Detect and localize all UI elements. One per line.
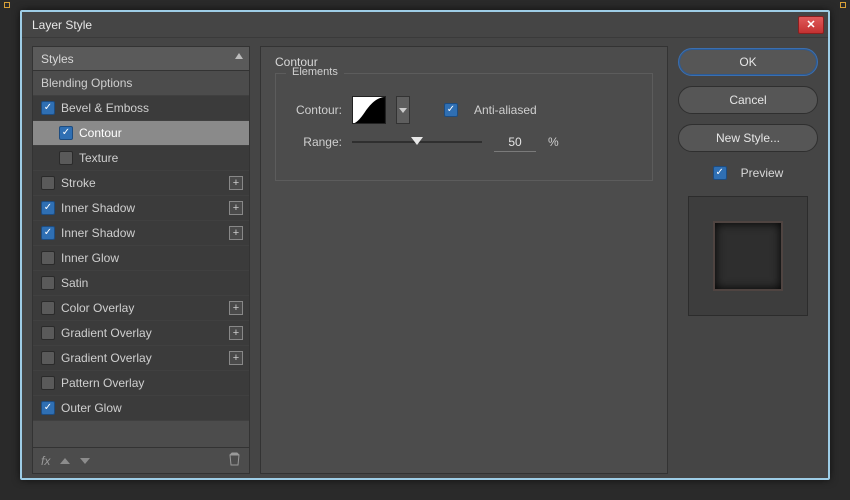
preview-thumbnail-content (713, 221, 783, 291)
elements-legend: Elements (286, 66, 344, 78)
style-item-gradient-overlay[interactable]: Gradient Overlay + (33, 321, 249, 346)
style-item-inner-glow[interactable]: Inner Glow (33, 246, 249, 271)
dialog-buttons-panel: OK Cancel New Style... Preview (678, 46, 818, 474)
new-style-button-label: New Style... (716, 131, 780, 145)
selection-handle-top-right (840, 2, 846, 8)
range-unit: % (548, 135, 559, 149)
preview-thumbnail (688, 196, 808, 316)
styles-footer: fx (33, 447, 249, 473)
style-item-outer-glow[interactable]: Outer Glow (33, 396, 249, 421)
cancel-button[interactable]: Cancel (678, 86, 818, 114)
style-item-checkbox[interactable] (41, 401, 55, 415)
style-item-label: Satin (61, 276, 88, 290)
style-item-label: Stroke (61, 176, 96, 190)
style-item-checkbox[interactable] (41, 176, 55, 190)
range-slider[interactable] (352, 135, 482, 149)
style-item-label: Inner Shadow (61, 226, 135, 240)
chevron-up-icon (235, 53, 243, 59)
ok-button-label: OK (739, 55, 756, 69)
ok-button[interactable]: OK (678, 48, 818, 76)
selection-handle-top-left (4, 2, 10, 8)
style-item-inner-shadow[interactable]: Inner Shadow + (33, 221, 249, 246)
styles-header[interactable]: Styles (33, 47, 249, 71)
cancel-button-label: Cancel (729, 93, 766, 107)
style-item-label: Outer Glow (61, 401, 122, 415)
style-item-checkbox[interactable] (41, 276, 55, 290)
style-item-inner-shadow[interactable]: Inner Shadow + (33, 196, 249, 221)
move-down-icon[interactable] (80, 458, 90, 464)
range-label: Range: (290, 135, 342, 149)
move-up-icon[interactable] (60, 458, 70, 464)
close-button[interactable]: ✕ (798, 16, 824, 34)
style-item-checkbox[interactable] (59, 126, 73, 140)
style-item-label: Contour (79, 126, 122, 140)
style-item-checkbox[interactable] (41, 351, 55, 365)
delete-icon[interactable] (228, 452, 241, 469)
style-item-checkbox[interactable] (41, 226, 55, 240)
style-item-label: Bevel & Emboss (61, 101, 149, 115)
fx-label: fx (41, 454, 50, 468)
add-effect-button[interactable]: + (229, 301, 243, 315)
slider-thumb-icon[interactable] (411, 137, 423, 145)
blending-options-item[interactable]: Blending Options (33, 71, 249, 96)
contour-dropdown-button[interactable] (396, 96, 410, 124)
preview-checkbox[interactable] (713, 166, 727, 180)
antialiased-checkbox[interactable] (444, 103, 458, 117)
style-item-label: Color Overlay (61, 301, 134, 315)
add-effect-button[interactable]: + (229, 326, 243, 340)
elements-fieldset: Elements Contour: Anti-aliased Range: (275, 73, 653, 181)
contour-label: Contour: (290, 103, 342, 117)
style-item-label: Gradient Overlay (61, 326, 152, 340)
style-item-checkbox[interactable] (41, 376, 55, 390)
contour-curve-preview[interactable] (352, 96, 386, 124)
style-item-checkbox[interactable] (41, 301, 55, 315)
antialiased-label: Anti-aliased (474, 103, 537, 117)
add-effect-button[interactable]: + (229, 351, 243, 365)
style-item-label: Inner Glow (61, 251, 119, 265)
layer-style-dialog: Layer Style ✕ Styles Blending Options Be… (20, 10, 830, 480)
style-item-checkbox[interactable] (59, 151, 73, 165)
range-value-input[interactable] (494, 132, 536, 152)
add-effect-button[interactable]: + (229, 176, 243, 190)
style-item-bevel-emboss[interactable]: Bevel & Emboss (33, 96, 249, 121)
style-item-contour[interactable]: Contour (33, 121, 249, 146)
style-item-label: Pattern Overlay (61, 376, 144, 390)
titlebar[interactable]: Layer Style ✕ (22, 12, 828, 38)
style-item-checkbox[interactable] (41, 201, 55, 215)
style-item-checkbox[interactable] (41, 326, 55, 340)
add-effect-button[interactable]: + (229, 226, 243, 240)
style-item-satin[interactable]: Satin (33, 271, 249, 296)
blending-options-label: Blending Options (41, 76, 132, 90)
style-item-label: Texture (79, 151, 118, 165)
contour-settings-panel: Contour Elements Contour: Anti-aliased (260, 46, 668, 474)
style-item-label: Gradient Overlay (61, 351, 152, 365)
style-item-stroke[interactable]: Stroke + (33, 171, 249, 196)
style-item-color-overlay[interactable]: Color Overlay + (33, 296, 249, 321)
style-item-checkbox[interactable] (41, 251, 55, 265)
new-style-button[interactable]: New Style... (678, 124, 818, 152)
add-effect-button[interactable]: + (229, 201, 243, 215)
close-icon: ✕ (806, 18, 815, 31)
style-item-pattern-overlay[interactable]: Pattern Overlay (33, 371, 249, 396)
style-item-gradient-overlay[interactable]: Gradient Overlay + (33, 346, 249, 371)
styles-list-panel: Styles Blending Options Bevel & Emboss Co… (32, 46, 250, 474)
preview-label: Preview (741, 166, 784, 180)
styles-header-label: Styles (41, 52, 74, 66)
style-item-label: Inner Shadow (61, 201, 135, 215)
style-item-texture[interactable]: Texture (33, 146, 249, 171)
window-title: Layer Style (32, 18, 92, 32)
style-item-checkbox[interactable] (41, 101, 55, 115)
